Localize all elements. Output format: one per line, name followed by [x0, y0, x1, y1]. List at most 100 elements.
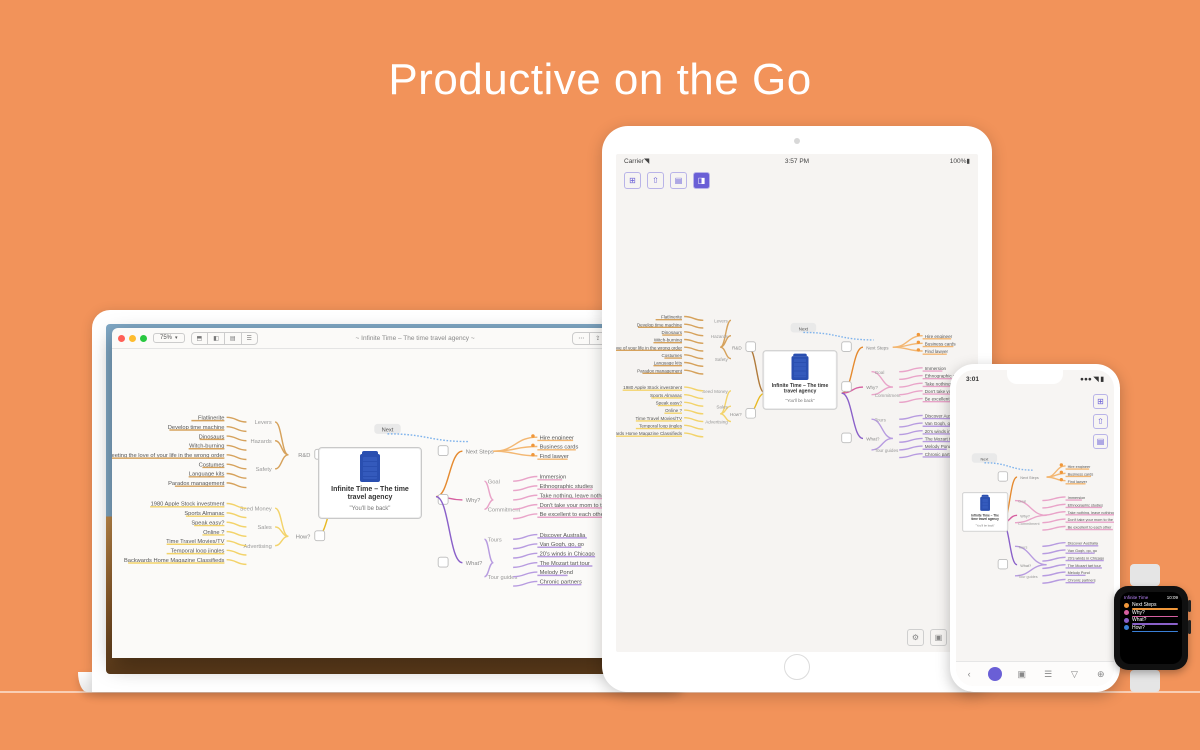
svg-text:Advertising: Advertising — [243, 544, 271, 550]
traffic-light-zoom[interactable] — [140, 335, 147, 342]
panel-toggle-icon[interactable]: ◨ — [693, 172, 710, 189]
watch-row-bar — [1132, 631, 1178, 633]
bullet-icon — [1124, 603, 1129, 608]
toolbar-segment-left: ⬒ ◧ ▤ ☰ — [191, 332, 258, 345]
watch-device: Infinite Time 10:09 Next StepsWhy?What?H… — [1114, 564, 1176, 692]
side-button[interactable] — [1188, 620, 1191, 634]
svg-text:Tours: Tours — [1018, 545, 1027, 549]
svg-text:Advertising: Advertising — [705, 420, 728, 425]
outline-icon[interactable]: ▤ — [670, 172, 687, 189]
svg-text:Business cards: Business cards — [925, 341, 957, 346]
central-node[interactable]: Infinite Time – The time travel agency "… — [962, 492, 1008, 532]
svg-text:Meeting the love of your life: Meeting the love of your life in the wro… — [616, 345, 682, 350]
iphone-side-tools: ⊞ ⇧ ▤ — [1093, 394, 1108, 449]
watch-screen[interactable]: Infinite Time 10:09 Next StepsWhy?What?H… — [1120, 592, 1182, 664]
ipad-screen: Carrier ◥ 3:57 PM 100% ▮ ⊞ ⇧ ▤ ◨ NextNex… — [616, 154, 978, 652]
filter-icon[interactable]: ▽ — [1067, 667, 1081, 681]
share-icon[interactable]: ⇧ — [1093, 414, 1108, 429]
svg-text:Tour guides: Tour guides — [488, 575, 518, 581]
svg-text:How?: How? — [296, 534, 311, 540]
card-icon[interactable]: ▣ — [1015, 667, 1029, 681]
svg-text:Tour guides: Tour guides — [1018, 575, 1038, 579]
svg-text:Hire engineer: Hire engineer — [925, 334, 953, 339]
svg-text:Why?: Why? — [866, 385, 878, 390]
window-title: ~ Infinite Time – The time travel agency… — [264, 335, 566, 342]
toolbar-button[interactable]: ▤ — [225, 333, 242, 344]
add-icon[interactable]: ⊕ — [1094, 667, 1108, 681]
clock-label: 3:01 — [966, 376, 979, 383]
svg-text:Paradox management: Paradox management — [637, 368, 683, 373]
central-node[interactable]: Infinite Time – The time travel agency "… — [763, 350, 838, 409]
watch-row-label: Next Steps — [1132, 602, 1156, 608]
svg-text:Levers: Levers — [255, 420, 272, 426]
home-button[interactable] — [784, 654, 810, 680]
svg-text:Hazards: Hazards — [250, 439, 271, 445]
svg-text:Tours: Tours — [875, 417, 887, 422]
watch-row[interactable]: Why? — [1124, 610, 1178, 616]
zoom-selector[interactable]: 75% ▾ — [153, 333, 185, 343]
svg-text:Hazards: Hazards — [711, 334, 729, 339]
zoom-value: 75% — [160, 335, 172, 341]
iphone-bottom-bar: ‹ ▣ ☰ ▽ ⊕ — [956, 661, 1114, 686]
page-title: Productive on the Go — [0, 55, 1200, 105]
svg-text:Safety: Safety — [256, 467, 272, 473]
camera-dot — [794, 138, 800, 144]
svg-text:Commitment: Commitment — [1018, 522, 1040, 526]
svg-text:Why?: Why? — [1020, 514, 1030, 518]
toolbar-button[interactable]: ◧ — [208, 333, 225, 344]
svg-text:Costumes: Costumes — [661, 353, 682, 358]
mindmap-canvas-ipad[interactable]: NextNext StepsHire engineerBusiness card… — [616, 193, 978, 652]
watch-row-label: What? — [1132, 617, 1146, 623]
central-title: Infinite Time – The time travel agency — [770, 383, 830, 395]
back-icon[interactable]: ‹ — [962, 667, 976, 681]
svg-text:Next: Next — [981, 458, 990, 462]
mindmap-canvas-iphone[interactable]: NextNext StepsHire engineerBusiness card… — [956, 388, 1114, 661]
traffic-light-minimize[interactable] — [129, 335, 136, 342]
traffic-light-close[interactable] — [118, 335, 125, 342]
share-icon[interactable]: ⇧ — [647, 172, 664, 189]
grid-icon[interactable]: ⊞ — [624, 172, 641, 189]
toolbar-button[interactable]: ☰ — [242, 333, 257, 344]
digital-crown[interactable] — [1188, 600, 1191, 612]
svg-text:Backwards Home Magazine Classi: Backwards Home Magazine Classifieds — [616, 431, 683, 436]
svg-text:Dinosaurs: Dinosaurs — [661, 330, 682, 335]
svg-text:R&D: R&D — [298, 453, 310, 459]
central-subtitle: "You'll be back" — [976, 524, 995, 528]
central-title: Infinite Time – The time travel agency — [327, 486, 413, 502]
list-icon[interactable]: ☰ — [1041, 667, 1055, 681]
toolbar-button[interactable]: ⬒ — [192, 333, 209, 344]
svg-text:What?: What? — [866, 437, 880, 442]
toolbar-button[interactable]: ⋯ — [573, 333, 590, 344]
watch-row-label: Why? — [1132, 610, 1145, 616]
svg-text:Develop time machine: Develop time machine — [637, 322, 683, 327]
notch — [1007, 370, 1063, 384]
ipad-toolbar: ⊞ ⇧ ▤ ◨ — [616, 168, 978, 193]
watch-row[interactable]: How? — [1124, 625, 1178, 631]
svg-text:Safety: Safety — [715, 357, 729, 362]
svg-text:Immersion: Immersion — [925, 366, 947, 371]
central-subtitle: "You'll be back" — [350, 506, 391, 512]
image-icon[interactable]: ▣ — [930, 629, 947, 646]
app-window: 75% ▾ ⬒ ◧ ▤ ☰ ~ Infinite Time – The time… — [112, 328, 652, 658]
svg-text:Next Steps: Next Steps — [866, 345, 889, 350]
central-node[interactable]: Infinite Time – The time travel agency "… — [318, 447, 422, 519]
outline-icon[interactable]: ▤ — [1093, 434, 1108, 449]
settings-icon[interactable]: ⚙ — [907, 629, 924, 646]
central-title: Infinite Time – The time travel agency — [968, 514, 1002, 521]
watch-body: Infinite Time 10:09 Next StepsWhy?What?H… — [1114, 586, 1188, 670]
watch-title: Infinite Time — [1124, 595, 1148, 600]
tardis-icon — [980, 497, 990, 511]
svg-text:Flatlinerite: Flatlinerite — [661, 315, 683, 320]
bullet-icon — [1124, 625, 1129, 630]
svg-text:Next: Next — [382, 428, 394, 434]
svg-text:R&D: R&D — [732, 345, 742, 350]
focus-icon[interactable] — [988, 667, 1002, 681]
grid-icon[interactable]: ⊞ — [1093, 394, 1108, 409]
ipad-device: Carrier ◥ 3:57 PM 100% ▮ ⊞ ⇧ ▤ ◨ NextNex… — [602, 126, 992, 692]
svg-text:Sales: Sales — [716, 404, 728, 409]
status-icons: ●●● ◥ ▮ — [1080, 375, 1104, 383]
svg-text:Sales: Sales — [257, 525, 271, 531]
bullet-icon — [1124, 610, 1129, 615]
mindmap-canvas-mac[interactable]: NextNext StepsHire engineerBusiness card… — [112, 349, 652, 658]
macbook-device: 75% ▾ ⬒ ◧ ▤ ☰ ~ Infinite Time – The time… — [78, 310, 686, 692]
